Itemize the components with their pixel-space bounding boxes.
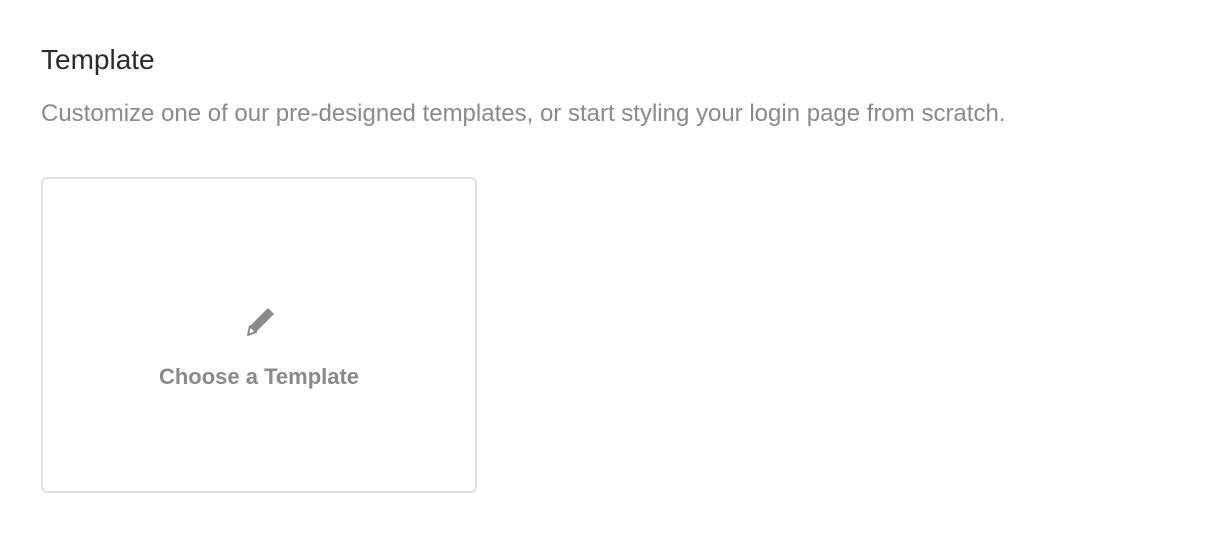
- choose-template-card[interactable]: Choose a Template: [41, 177, 477, 493]
- card-content: Choose a Template: [43, 301, 475, 391]
- section-description: Customize one of our pre-designed templa…: [41, 100, 1006, 127]
- pencil-icon: [247, 308, 274, 336]
- section-title: Template: [41, 44, 155, 75]
- choose-template-label: Choose a Template: [158, 364, 360, 389]
